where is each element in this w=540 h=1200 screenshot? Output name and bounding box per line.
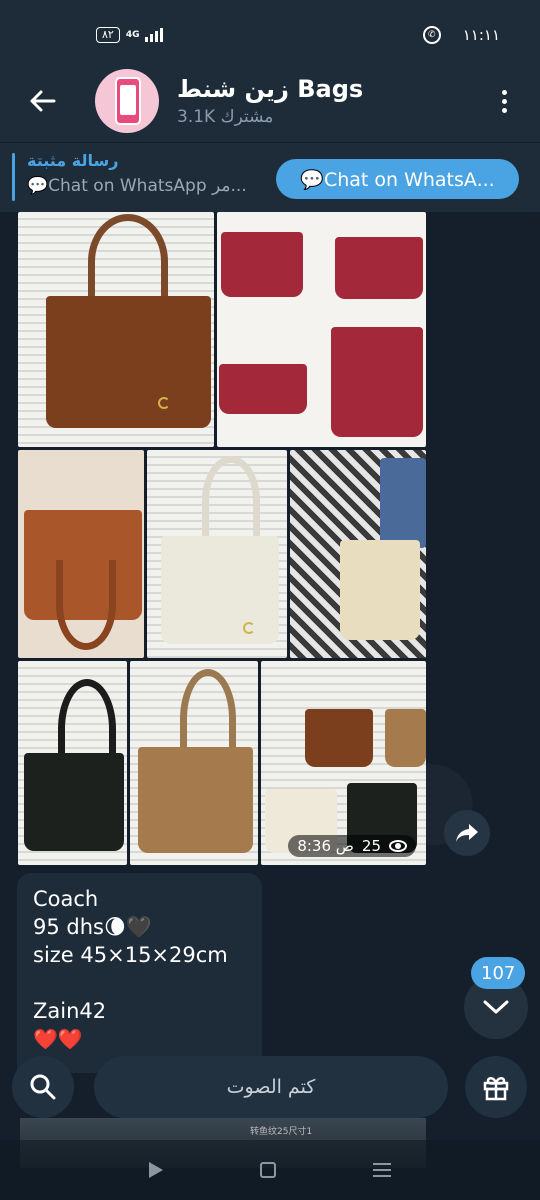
album-photo[interactable] (18, 212, 214, 447)
bag (380, 458, 426, 548)
pinned-indicator (12, 153, 15, 201)
system-nav-bar (0, 1140, 540, 1200)
share-icon (456, 824, 478, 842)
message-line: Zain42 (33, 999, 107, 1023)
status-right: ✆ ١١:١١ (422, 26, 500, 44)
pinned-message-bar[interactable]: رسالة مثبتة 💬Chat on WhatsApp مر... 💬Cha… (0, 142, 540, 212)
album-photo[interactable] (130, 661, 258, 865)
next-preview-text: 转鱼纹25尺寸1 (250, 1127, 313, 1137)
coach-logo (158, 397, 170, 409)
back-button[interactable] (17, 76, 67, 126)
channel-avatar[interactable] (95, 69, 159, 133)
views-and-time-overlay: 8:36 ص 25 (288, 835, 416, 857)
network-type: 4G (125, 29, 140, 40)
view-count: 25 (361, 837, 381, 855)
more-options-button[interactable] (484, 81, 524, 121)
nav-line (373, 1169, 392, 1171)
album-photo[interactable] (18, 450, 144, 658)
bag (335, 237, 423, 299)
more-vert-icon (501, 89, 507, 95)
search-button[interactable] (12, 1056, 74, 1118)
album-photo[interactable] (147, 450, 287, 658)
eye-icon (389, 840, 407, 852)
subscriber-count: 3.1K مشترك (177, 107, 274, 127)
message-hearts: ❤️❤️ (33, 1027, 83, 1051)
channel-header: زين شنط Bags 3.1K مشترك (0, 60, 540, 142)
message-line: 95 dhs🌘🖤 (33, 915, 153, 939)
gift-icon (483, 1077, 509, 1101)
bag-handle (56, 560, 116, 650)
channel-title-area[interactable]: زين شنط Bags 3.1K مشترك (177, 75, 484, 127)
gift-button[interactable] (465, 1056, 527, 1118)
status-left: ٨٢ 4G (96, 27, 164, 43)
message-line: size 45×15×29cm (33, 943, 228, 967)
album-photo[interactable] (217, 212, 426, 447)
pinned-message-preview: 💬Chat on WhatsApp مر... (27, 176, 247, 196)
share-button[interactable] (444, 810, 490, 856)
album-photo[interactable] (18, 661, 127, 865)
clock: ١١:١١ (462, 26, 500, 44)
bag-handle (88, 214, 168, 309)
unread-count-badge: 107 (471, 957, 526, 989)
message-line: Coach (33, 887, 99, 911)
album-photo[interactable]: 8:36 ص 25 (261, 661, 426, 865)
nav-line (373, 1175, 392, 1177)
bag (161, 536, 279, 644)
channel-title: زين شنط Bags (177, 75, 364, 103)
battery-icon: ٨٢ (96, 27, 120, 43)
album-photo[interactable] (290, 450, 426, 658)
coach-logo (243, 622, 255, 634)
post-time: 8:36 ص (297, 837, 354, 855)
bag (219, 364, 307, 414)
search-icon (30, 1074, 56, 1100)
bag (46, 296, 211, 428)
avatar-phone-graphic (115, 77, 141, 125)
bag-handle (202, 456, 260, 546)
pinned-label: رسالة مثبتة (27, 151, 119, 170)
nav-recents-icon[interactable] (373, 1163, 392, 1177)
bag (385, 709, 426, 767)
nav-back-icon[interactable] (148, 1162, 163, 1178)
pinned-whatsapp-button[interactable]: 💬Chat on WhatsA... (276, 159, 519, 199)
message-bubble[interactable]: Coach 95 dhs🌘🖤 size 45×15×29cm Zain42 ❤️… (17, 873, 262, 1073)
nav-line (373, 1163, 392, 1165)
message-line (33, 969, 246, 997)
nav-home-icon[interactable] (259, 1162, 276, 1178)
whatsapp-icon: ✆ (422, 26, 441, 44)
bag (340, 540, 420, 640)
chevron-down-icon (483, 1000, 509, 1014)
bag (305, 709, 373, 767)
bag (331, 327, 423, 437)
bag (221, 232, 303, 297)
bag (138, 747, 253, 853)
back-arrow-icon (30, 90, 56, 112)
photo-album: 8:36 ص 25 (18, 212, 428, 865)
signal-icon (145, 28, 164, 42)
pinned-text: رسالة مثبتة 💬Chat on WhatsApp مر... (27, 151, 267, 196)
mute-button[interactable]: كتم الصوت (94, 1056, 448, 1118)
bag (24, 753, 124, 851)
more-dot (501, 107, 507, 113)
more-dot (501, 98, 507, 104)
